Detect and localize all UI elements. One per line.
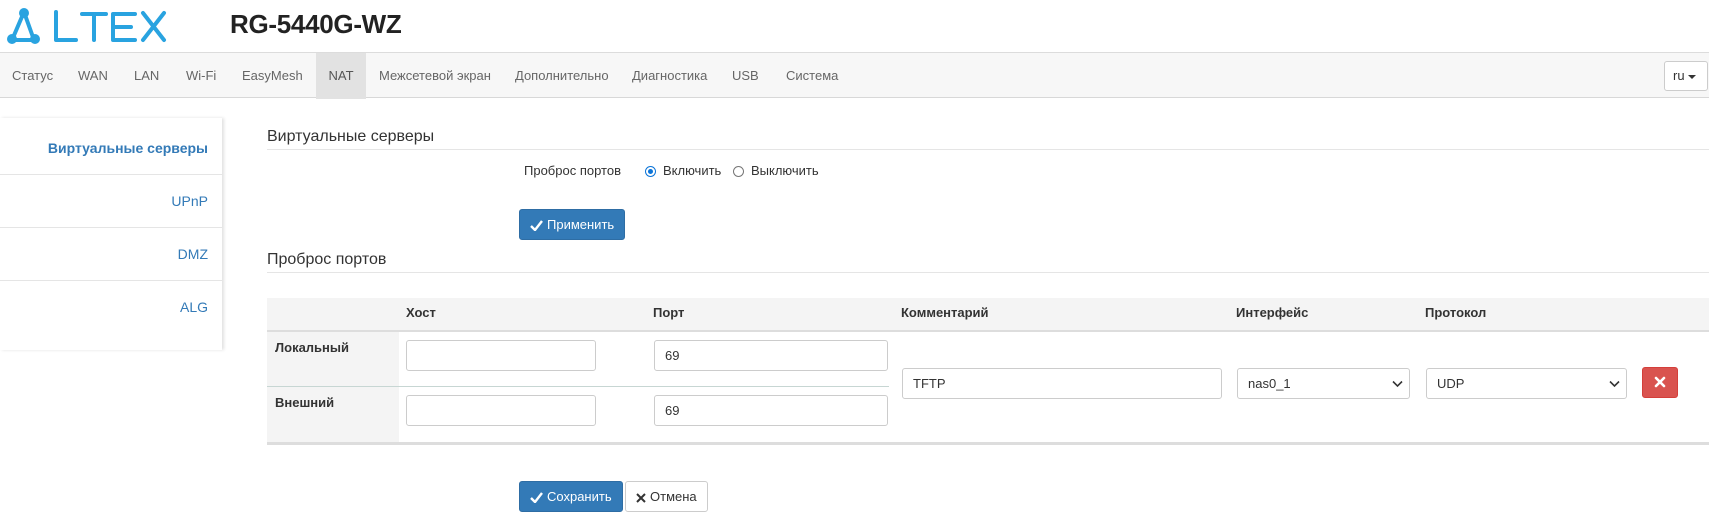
radio-enable[interactable]: [645, 166, 656, 177]
protocol-select-value: UDP: [1437, 376, 1465, 391]
caret-down-icon: [1687, 74, 1696, 79]
nav-firewall[interactable]: Межсетевой экран: [367, 53, 503, 99]
chevron-down-icon: [1392, 380, 1403, 388]
nav-advanced[interactable]: Дополнительно: [503, 53, 621, 99]
column-interface: Интерфейс: [1236, 305, 1309, 320]
nav-easymesh[interactable]: EasyMesh: [230, 53, 315, 99]
sidebar-item-virtual-servers[interactable]: Виртуальные серверы: [0, 122, 222, 175]
nav-diagnostics[interactable]: Диагностика: [620, 53, 719, 99]
save-button-label: Сохранить: [547, 489, 612, 504]
nav-usb[interactable]: USB: [720, 53, 771, 99]
close-icon: [1654, 376, 1666, 388]
sidebar-item-dmz[interactable]: DMZ: [0, 228, 222, 281]
radio-disable-label[interactable]: Выключить: [751, 163, 819, 178]
interface-select[interactable]: nas0_1: [1237, 368, 1410, 399]
language-dropdown[interactable]: ru: [1664, 61, 1708, 91]
section-divider: [267, 272, 1709, 273]
check-icon: [530, 492, 543, 504]
apply-button[interactable]: Применить: [519, 209, 626, 240]
cancel-button[interactable]: Отмена: [625, 481, 708, 512]
sidebar: Виртуальные серверы UPnP DMZ ALG: [0, 118, 222, 350]
row-separator: [267, 386, 889, 387]
sidebar-item-alg[interactable]: ALG: [0, 281, 222, 334]
save-button[interactable]: Сохранить: [519, 481, 623, 512]
check-icon: [530, 220, 543, 232]
external-host-input[interactable]: [406, 395, 596, 426]
row-label-local: Локальный: [275, 340, 349, 355]
close-icon: [636, 492, 646, 503]
header: RG-5440G-WZ: [0, 0, 1709, 52]
eltex-logo: [7, 8, 166, 44]
nav-lan[interactable]: LAN: [122, 53, 171, 99]
section-title-port-forwarding: Проброс портов: [267, 251, 387, 268]
port-forwarding-label: Проброс портов: [524, 163, 621, 178]
nav-system[interactable]: Система: [774, 53, 850, 99]
apply-button-label: Применить: [547, 217, 615, 232]
column-port: Порт: [653, 305, 685, 320]
column-host: Хост: [406, 305, 436, 320]
sidebar-item-upnp[interactable]: UPnP: [0, 175, 222, 228]
top-navigation: Статус WAN LAN Wi-Fi EasyMesh NAT Межсет…: [0, 52, 1709, 99]
nav-status[interactable]: Статус: [0, 53, 65, 99]
comment-input[interactable]: TFTP: [902, 368, 1222, 399]
radio-enable-label[interactable]: Включить: [663, 163, 721, 178]
nav-nat[interactable]: NAT: [316, 53, 366, 99]
cancel-button-label: Отмена: [650, 489, 697, 504]
protocol-select[interactable]: UDP: [1426, 368, 1627, 399]
local-port-input[interactable]: 69: [654, 340, 888, 371]
section-title-virtual-servers: Виртуальные серверы: [267, 128, 435, 145]
nav-wifi[interactable]: Wi-Fi: [174, 53, 228, 99]
column-comment: Комментарий: [901, 305, 989, 320]
device-model: RG-5440G-WZ: [230, 9, 402, 39]
row-label-external: Внешний: [275, 395, 335, 410]
external-port-input[interactable]: 69: [654, 395, 888, 426]
interface-select-value: nas0_1: [1248, 376, 1291, 391]
table-bottom-border: [267, 442, 1709, 445]
radio-disable[interactable]: [733, 166, 744, 177]
nav-wan[interactable]: WAN: [66, 53, 120, 99]
section-divider: [267, 149, 1709, 150]
column-protocol: Протокол: [1425, 305, 1487, 320]
local-host-input[interactable]: [406, 340, 596, 371]
delete-rule-button[interactable]: [1642, 367, 1678, 398]
language-value: ru: [1673, 68, 1685, 83]
table-header: Хост Порт Комментарий Интерфейс Протокол: [267, 298, 1709, 332]
chevron-down-icon: [1609, 380, 1620, 388]
